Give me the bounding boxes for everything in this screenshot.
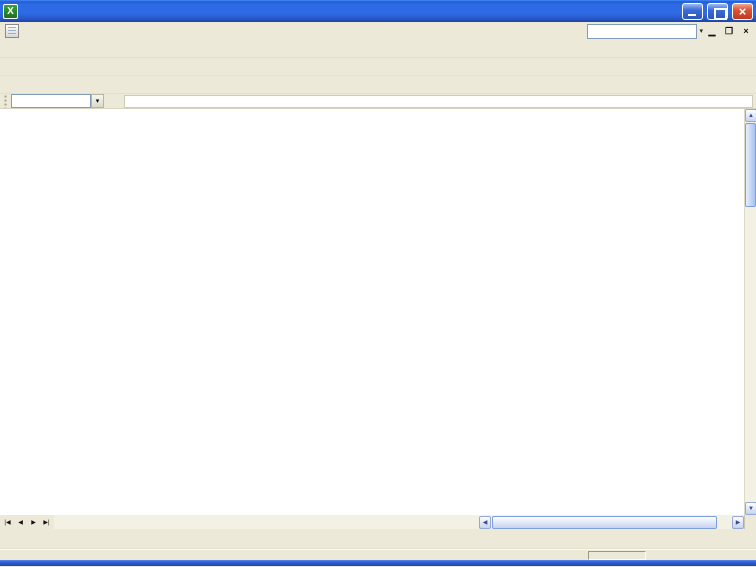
- next-sheet-button[interactable]: ▶: [27, 516, 40, 528]
- window-restore-button[interactable]: [707, 3, 728, 20]
- scroll-right-button[interactable]: [732, 516, 744, 529]
- reviewing-toolbar: [0, 58, 756, 76]
- horizontal-scroll-thumb[interactable]: [492, 516, 717, 529]
- window-close-button[interactable]: [732, 3, 753, 20]
- formatting-toolbar: [0, 76, 756, 94]
- formula-input[interactable]: [124, 95, 753, 108]
- workbook-minimize-button[interactable]: ▁: [704, 26, 720, 37]
- window-minimize-button[interactable]: [682, 3, 703, 20]
- horizontal-scrollbar[interactable]: [479, 515, 744, 529]
- last-sheet-button[interactable]: ▶|: [40, 516, 53, 528]
- drawing-toolbar: [0, 529, 756, 549]
- scroll-up-button[interactable]: [745, 109, 756, 122]
- excel-window: X ▁ ❒ × |◀: [0, 0, 756, 567]
- menu-bar: ▁ ❒ ×: [0, 22, 756, 40]
- tab-navigation: |◀ ◀ ▶ ▶|: [0, 515, 54, 529]
- formula-bar: [0, 94, 756, 109]
- spreadsheet-grid: [0, 109, 744, 515]
- horizontal-scroll-track[interactable]: [491, 516, 732, 529]
- scrollbar-corner: [744, 515, 756, 529]
- formula-bar-drag-handle[interactable]: [4, 95, 8, 108]
- workbook-icon: [5, 24, 19, 38]
- title-bar: X: [0, 0, 756, 22]
- previous-sheet-button[interactable]: ◀: [14, 516, 27, 528]
- num-lock-indicator: [588, 551, 646, 560]
- workbook-close-button[interactable]: ×: [738, 26, 754, 36]
- vertical-scroll-track[interactable]: [745, 208, 756, 502]
- scroll-down-button[interactable]: [745, 502, 756, 515]
- question-input[interactable]: [587, 24, 697, 39]
- question-dropdown-icon[interactable]: [699, 27, 703, 35]
- workbook-restore-button[interactable]: ❒: [721, 26, 737, 37]
- name-box[interactable]: [11, 94, 91, 108]
- excel-app-icon: X: [3, 4, 18, 19]
- scroll-left-button[interactable]: [479, 516, 491, 529]
- vertical-scroll-thumb[interactable]: [745, 123, 756, 207]
- name-box-dropdown[interactable]: [91, 94, 104, 108]
- taskbar-edge: [0, 560, 756, 566]
- question-box: ▁ ❒ ×: [587, 24, 754, 39]
- first-sheet-button[interactable]: |◀: [1, 516, 14, 528]
- status-bar: [0, 549, 756, 560]
- vertical-scrollbar[interactable]: [744, 109, 756, 515]
- standard-toolbar: [0, 40, 756, 58]
- worksheet-area: [0, 109, 756, 515]
- sheet-tabs-row: |◀ ◀ ▶ ▶|: [0, 515, 756, 529]
